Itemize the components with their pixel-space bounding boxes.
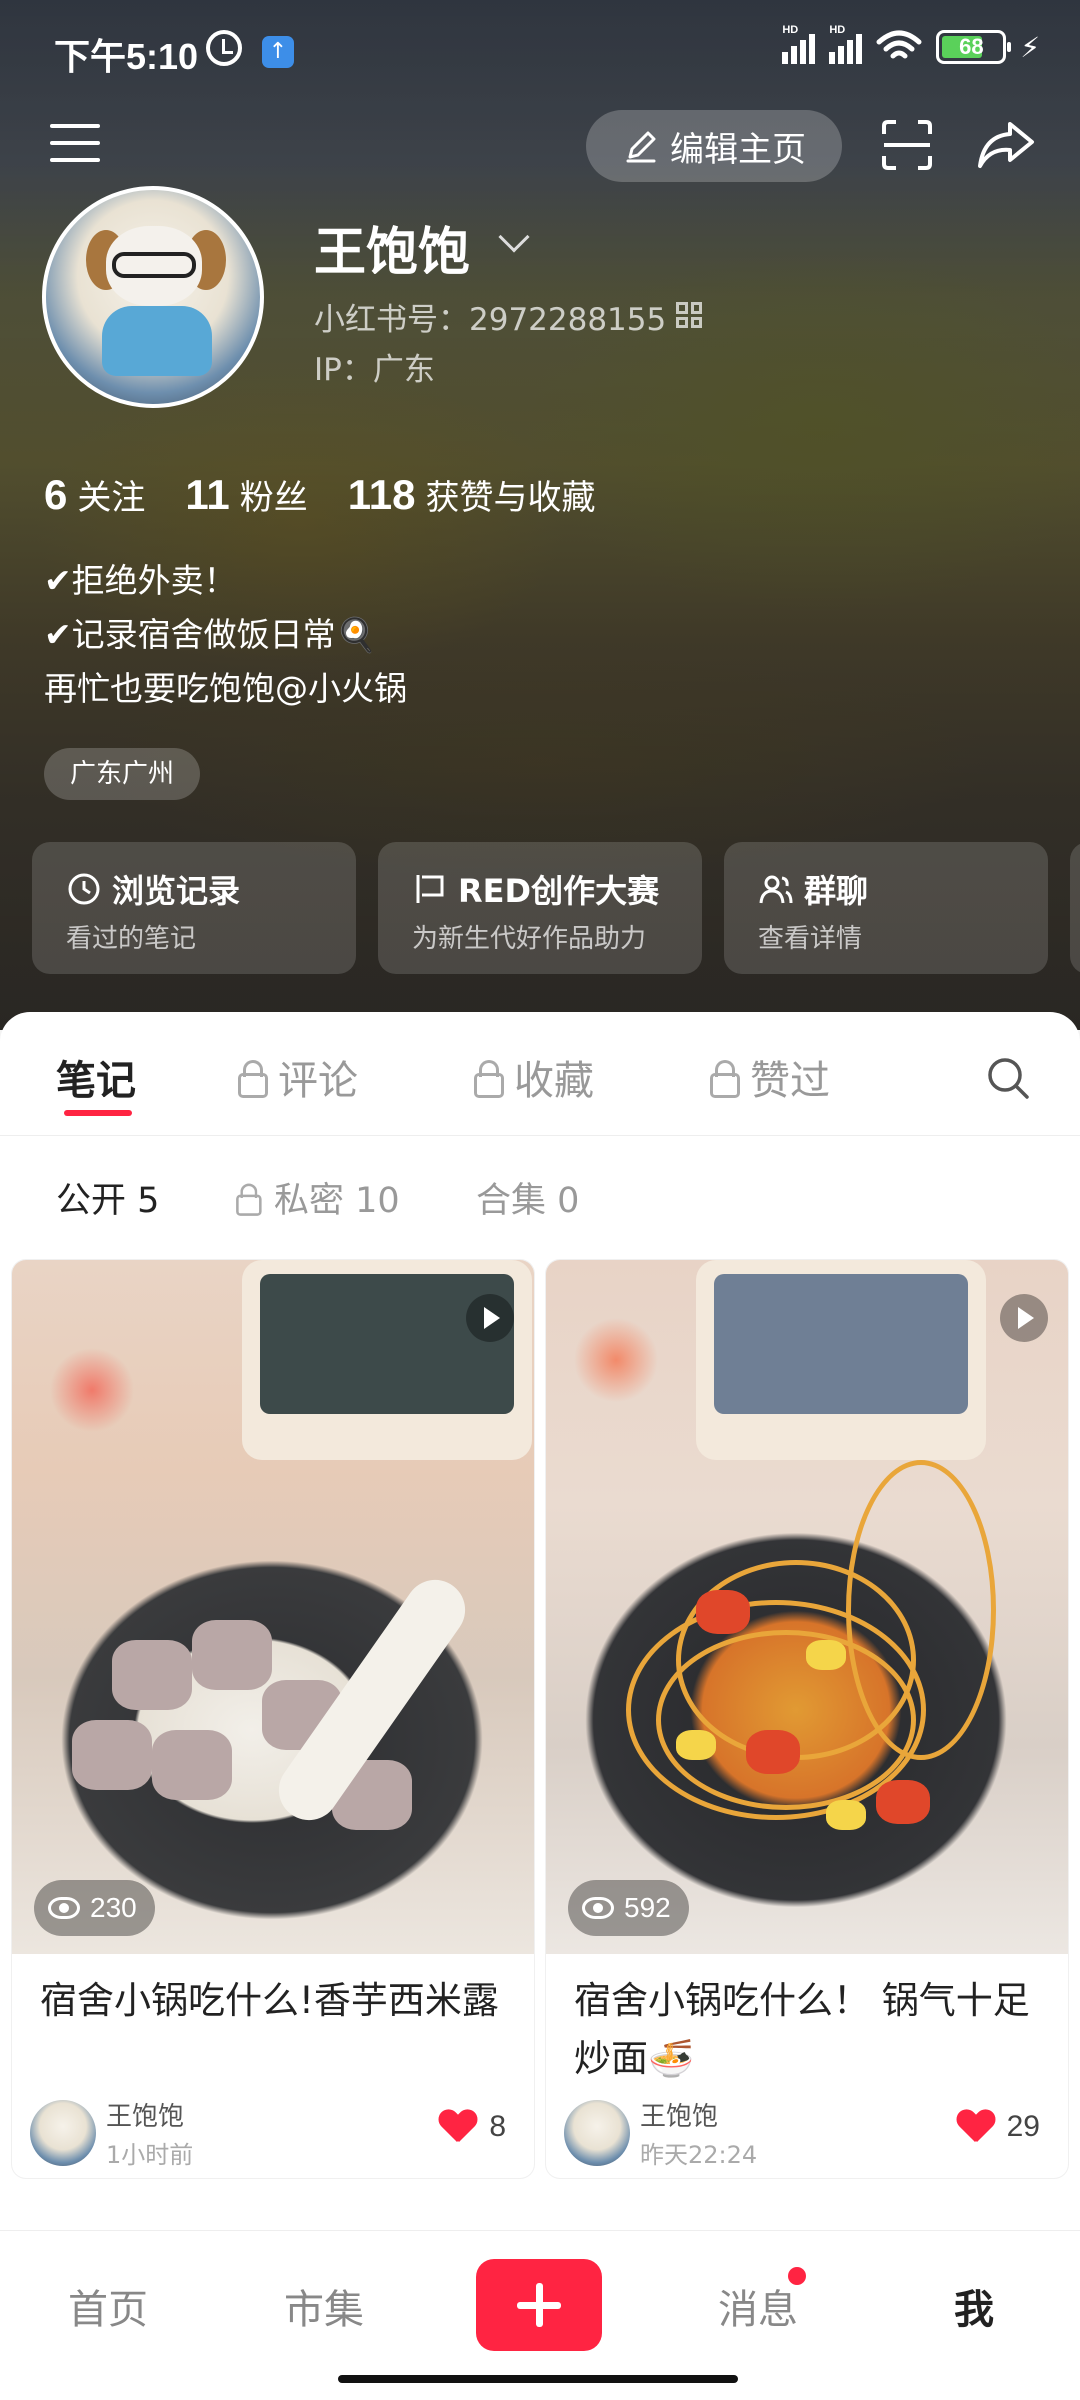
profile-name[interactable]: 王饱饱 (314, 210, 470, 285)
like-button[interactable]: 8 (439, 2110, 506, 2144)
heart-icon (439, 2110, 477, 2144)
history-card-title: 浏览记录 (112, 872, 241, 910)
tab-collections[interactable]: 收藏 (472, 1048, 594, 1106)
play-icon (1000, 1294, 1048, 1342)
location-tag: 广东广州 (44, 748, 201, 800)
note-title[interactable]: 宿舍小锅吃什么！ 锅气十足炒面🍜 (574, 1972, 1044, 2088)
notification-dot (788, 2267, 806, 2285)
lock-icon (234, 1183, 262, 1216)
edit-profile-button[interactable]: 编辑主页 (586, 110, 842, 182)
note-author[interactable]: 王饱饱 昨天22:24 (564, 2096, 757, 2170)
tab-liked[interactable]: 赞过 (708, 1048, 830, 1106)
view-count: 230 (34, 1880, 155, 1936)
note-card[interactable]: 592 宿舍小锅吃什么！ 锅气十足炒面🍜 王饱饱 昨天22:24 29 (546, 1260, 1068, 2178)
subtab-private[interactable]: 私密 10 (232, 1172, 400, 1223)
status-time: 下午5:10 (54, 36, 199, 77)
red-id: 小红书号：2972288155 (314, 302, 667, 338)
history-card-subtitle: 看过的笔记 (66, 924, 197, 954)
play-icon (466, 1294, 514, 1342)
nav-market[interactable]: 市集 (254, 2277, 394, 2335)
note-cover-image[interactable]: 592 (546, 1260, 1068, 1954)
share-icon[interactable] (976, 116, 1036, 172)
red-contest-card[interactable]: RED创作大赛 为新生代好作品助力 (378, 842, 702, 974)
profile-bio: ✔拒绝外卖！ ✔记录宿舍做饭日常🍳 再忙也要吃饱饱@小火锅 (44, 554, 407, 716)
status-bar: 下午5:10 ↑ HD HD 68 ⚡ (0, 0, 1080, 100)
signal-icon: HD (782, 24, 816, 64)
content-panel: 笔记 评论 收藏 赞过 公开 5 私密 10 合集 0 230 宿舍小锅吃什么!… (0, 1012, 1080, 2400)
eye-icon (48, 1897, 80, 1919)
bottom-nav: 首页 市集 消息 我 (0, 2230, 1080, 2400)
avatar[interactable] (30, 2100, 96, 2166)
note-title[interactable]: 宿舍小锅吃什么!香芋西米露 (40, 1972, 510, 2030)
bio-line: ✔拒绝外卖！ (44, 561, 237, 600)
alarm-icon (206, 30, 242, 66)
nav-me[interactable]: 我 (904, 2277, 1044, 2335)
nav-messages[interactable]: 消息 (688, 2277, 828, 2335)
scan-icon[interactable] (880, 118, 934, 172)
create-post-button[interactable] (476, 2259, 602, 2351)
note-card[interactable]: 230 宿舍小锅吃什么!香芋西米露 王饱饱 1小时前 8 (12, 1260, 534, 2178)
quick-card-peek[interactable] (1070, 842, 1080, 974)
author-name: 王饱饱 (106, 2102, 185, 2132)
profile-tabs: 笔记 评论 收藏 赞过 (0, 1012, 1080, 1136)
qr-code-icon[interactable] (676, 302, 702, 328)
lock-icon (472, 1060, 504, 1098)
nav-home[interactable]: 首页 (38, 2277, 178, 2335)
stat-following[interactable]: 6 关注 (44, 470, 145, 519)
battery-icon: 68 (936, 30, 1012, 64)
tab-notes[interactable]: 笔记 (56, 1048, 136, 1106)
profile-stats: 6 关注 11 粉丝 118 获赞与收藏 (44, 470, 596, 519)
tab-comments[interactable]: 评论 (236, 1048, 358, 1106)
like-count: 29 (1006, 2110, 1040, 2143)
wifi-icon (876, 30, 922, 59)
eye-icon (582, 1897, 614, 1919)
heart-icon (957, 2110, 995, 2144)
edit-profile-label: 编辑主页 (670, 129, 806, 170)
battery-level: 68 (959, 34, 984, 59)
flag-icon (416, 875, 444, 903)
note-cover-image[interactable]: 230 (12, 1260, 534, 1954)
avatar[interactable] (564, 2100, 630, 2166)
bio-line: ✔记录宿舍做饭日常🍳 (44, 615, 377, 654)
upload-icon: ↑ (262, 36, 294, 68)
search-icon[interactable] (986, 1056, 1030, 1100)
like-button[interactable]: 29 (957, 2110, 1040, 2144)
home-indicator[interactable] (338, 2375, 738, 2383)
menu-icon[interactable] (50, 124, 100, 162)
note-time: 昨天22:24 (640, 2141, 758, 2169)
note-subtabs: 公开 5 私密 10 合集 0 (0, 1136, 1080, 1250)
group-icon (759, 875, 793, 904)
author-name: 王饱饱 (640, 2102, 719, 2132)
ip-location: IP：广东 (314, 352, 435, 388)
quick-cards: 浏览记录 看过的笔记 RED创作大赛 为新生代好作品助力 群聊 查看详情 (32, 842, 1080, 974)
profile-avatar[interactable] (42, 186, 264, 408)
group-chat-card-title: 群聊 (804, 872, 869, 910)
like-count: 8 (489, 2110, 506, 2143)
red-contest-card-subtitle: 为新生代好作品助力 (412, 924, 647, 954)
charging-icon: ⚡ (1020, 30, 1040, 64)
subtab-collections[interactable]: 合集 0 (476, 1172, 579, 1223)
pencil-icon (626, 131, 656, 163)
signal-icon-2: HD (829, 24, 863, 64)
note-time: 1小时前 (106, 2141, 194, 2169)
stat-likes[interactable]: 118 获赞与收藏 (348, 470, 596, 519)
group-chat-card[interactable]: 群聊 查看详情 (724, 842, 1048, 974)
subtab-public[interactable]: 公开 5 (56, 1172, 159, 1223)
group-chat-card-subtitle: 查看详情 (758, 924, 863, 954)
lock-icon (236, 1060, 268, 1098)
clock-icon (68, 873, 100, 905)
note-author[interactable]: 王饱饱 1小时前 (30, 2096, 193, 2170)
view-count: 592 (568, 1880, 689, 1936)
stat-followers[interactable]: 11 粉丝 (185, 470, 307, 519)
bio-line: 再忙也要吃饱饱@小火锅 (44, 669, 407, 708)
red-contest-card-title: RED创作大赛 (458, 872, 660, 910)
tab-active-indicator (64, 1110, 132, 1116)
history-card[interactable]: 浏览记录 看过的笔记 (32, 842, 356, 974)
lock-icon (708, 1060, 740, 1098)
